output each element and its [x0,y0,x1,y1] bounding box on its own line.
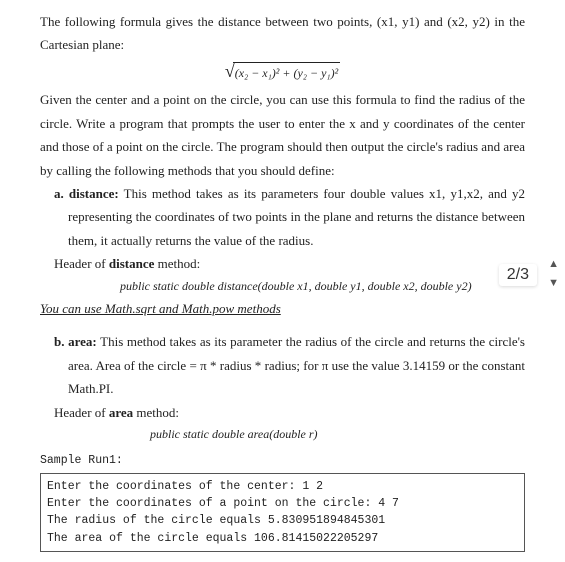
arrow-down-icon[interactable]: ▼ [548,277,559,290]
sample-run-box: Enter the coordinates of the center: 1 2… [40,473,525,552]
item-b-title: area: [68,334,97,349]
intro-paragraph-2: Given the center and a point on the circ… [40,88,525,182]
spacer [40,320,525,330]
math-note: You can use Math.sqrt and Math.pow metho… [40,297,525,320]
page-indicator: 2/3 [499,264,537,286]
item-b: b. area: This method takes as its parame… [40,330,525,400]
item-b-desc: This method takes as its parameter the r… [68,334,525,396]
item-a-title: distance: [69,186,119,201]
item-a-label: a. [54,186,64,201]
area-header-line: Header of area method: [40,401,525,424]
sample-line: Enter the coordinates of a point on the … [47,495,518,512]
distance-header-line: Header of distance method: [40,252,525,275]
sample-run-title: Sample Run1: [40,452,525,469]
arrow-up-icon[interactable]: ▲ [548,258,559,271]
item-a-desc: This method takes as its parameters four… [68,186,525,248]
sample-line: The radius of the circle equals 5.830951… [47,512,518,529]
sample-line: The area of the circle equals 106.814150… [47,530,518,547]
distance-signature: public static double distance(double x1,… [40,276,525,298]
item-a: a. distance: This method takes as its pa… [40,182,525,252]
area-signature: public static double area(double r) [40,424,525,446]
document-page: The following formula gives the distance… [0,0,565,562]
distance-formula: √ (x₂ − x₁)² + (y₂ − y₁)² [40,61,525,85]
formula-body: (x₂ − x₁)² + (y₂ − y₁)² [233,62,340,85]
sample-line: Enter the coordinates of the center: 1 2 [47,478,518,495]
item-b-label: b. [54,334,64,349]
intro-paragraph-1: The following formula gives the distance… [40,10,525,57]
scroll-arrows[interactable]: ▲ ▼ [548,258,559,290]
